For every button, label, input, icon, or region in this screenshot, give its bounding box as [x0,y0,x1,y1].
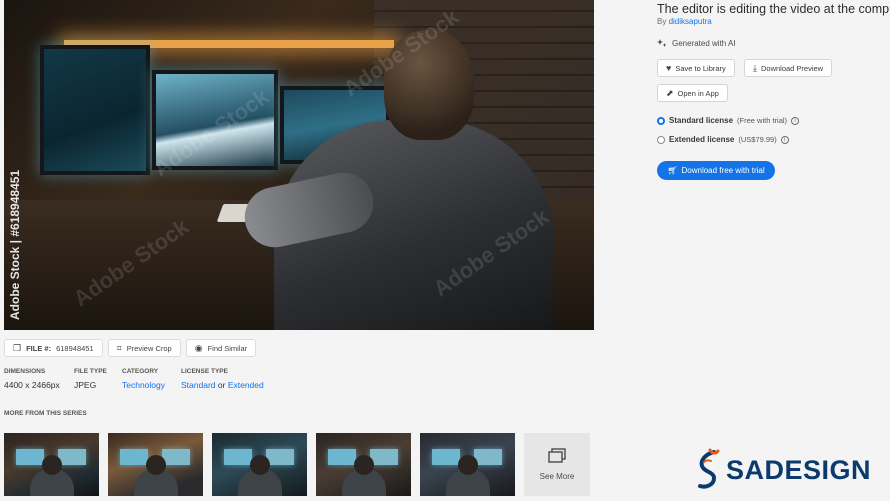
series-thumbnail[interactable] [108,433,203,496]
see-more-button[interactable]: See More [524,433,590,496]
by-prefix: By [657,17,667,26]
editor-person [239,30,554,330]
extended-license-radio[interactable] [657,135,665,144]
standard-license-option[interactable]: Standard license (Free with trial) i [657,116,800,125]
file-number-chip[interactable]: ❐ FILE #: 618948451 [4,339,103,357]
save-to-library-button[interactable]: ♥ Save to Library [657,59,735,77]
license-extended-link[interactable]: Extended [228,380,264,390]
series-thumbnail[interactable] [4,433,99,496]
standard-license-radio[interactable] [657,116,665,125]
file-number-label: FILE #: [26,343,52,353]
series-thumbnail[interactable] [420,433,515,496]
open-in-app-label: Open in App [677,88,719,98]
standard-license-name: Standard license [669,116,734,125]
sadesign-logo: SADESIGN [692,448,871,492]
series-heading: MORE FROM THIS SERIES [4,410,87,417]
heart-icon: ♥ [666,63,672,73]
main-image[interactable]: Adobe Stock Adobe Stock Adobe Stock Adob… [4,0,594,330]
info-icon[interactable]: i [791,116,800,125]
category-value-wrap: Technology [122,380,165,390]
dimensions-value: 4400 x 2466px [4,380,60,390]
file-number-value: 618948451 [56,343,94,353]
series-thumbnails: See More [4,433,590,496]
download-free-trial-button[interactable]: 🛒︎ Download free with trial [657,161,775,180]
preview-crop-label: Preview Crop [126,343,172,353]
crop-icon: ⌗ [116,342,122,353]
copy-icon: ❐ [13,342,22,353]
byline: By didiksaputra [657,17,712,26]
camera-icon: ◉ [194,342,203,353]
extended-license-option[interactable]: Extended license (US$79.99) i [657,135,789,144]
ai-generated-label: Generated with AI [657,38,736,48]
series-thumbnail[interactable] [212,433,307,496]
save-to-library-label: Save to Library [675,63,726,73]
series-thumbnail[interactable] [316,433,411,496]
info-icon[interactable]: i [780,135,789,144]
file-type-value: JPEG [74,380,97,390]
stock-id-vertical: Adobe Stock | #618948451 [8,169,22,320]
license-type-value: Standard or Extended [181,380,264,390]
dimensions-label: DIMENSIONS [4,368,46,375]
stack-icon [548,448,566,463]
preview-crop-button[interactable]: ⌗ Preview Crop [107,339,181,357]
download-free-trial-label: Download free with trial [681,166,765,175]
license-type-label: LICENSE TYPE [181,368,228,375]
category-label: CATEGORY [122,368,159,375]
find-similar-button[interactable]: ◉ Find Similar [185,339,257,357]
download-icon: ⤓ [753,62,757,73]
category-link[interactable]: Technology [122,380,165,390]
sadesign-mark-icon [698,448,720,489]
license-standard-link[interactable]: Standard [181,380,216,390]
extended-license-note: (US$79.99) [738,135,777,144]
open-app-icon: ⬈ [666,87,674,98]
license-or: or [217,380,226,390]
download-preview-button[interactable]: ⤓ Download Preview [744,59,833,77]
see-more-label: See More [539,472,575,481]
brand-name: SADESIGN [726,454,872,485]
download-preview-label: Download Preview [760,63,824,73]
sparkle-icon [657,39,667,47]
author-link[interactable]: didiksaputra [669,17,712,26]
file-type-label: FILE TYPE [74,368,107,375]
standard-license-note: (Free with trial) [737,116,788,125]
open-in-app-button[interactable]: ⬈ Open in App [657,84,728,102]
asset-title: The editor is editing the video at the c… [657,2,890,16]
monitor-left [40,45,150,175]
ai-label-text: Generated with AI [672,38,736,48]
cart-icon: 🛒︎ [667,166,678,175]
extended-license-name: Extended license [669,135,735,144]
image-actions-row: ❐ FILE #: 618948451 ⌗ Preview Crop ◉ Fin… [4,339,257,357]
find-similar-label: Find Similar [207,343,248,353]
